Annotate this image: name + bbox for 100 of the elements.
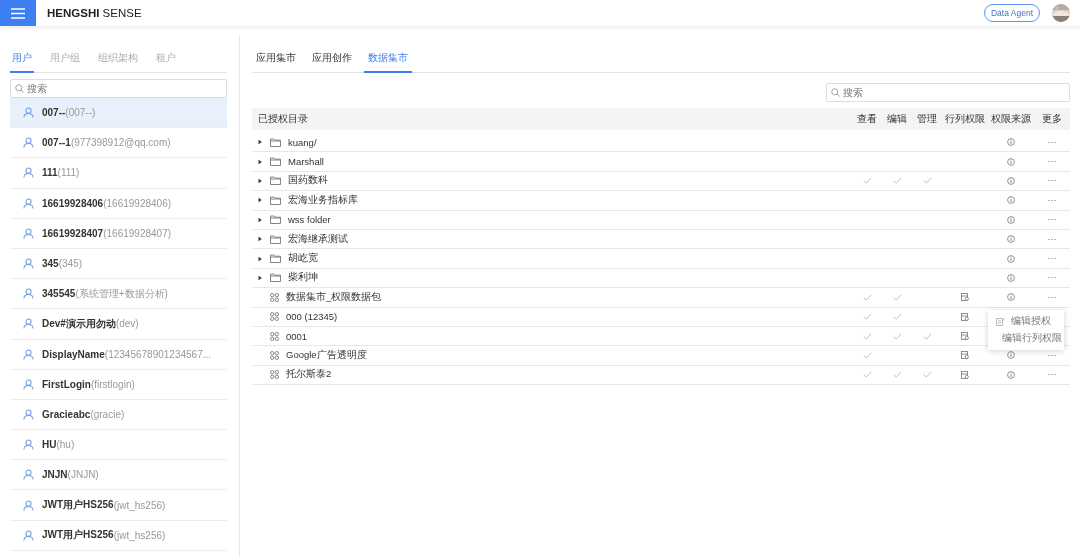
info-icon[interactable] xyxy=(1007,176,1015,185)
user-item[interactable]: JWT用户HS256(jwt_hs256) xyxy=(10,520,227,551)
expand-icon[interactable] xyxy=(257,197,263,204)
catalog-name: 数据集市_权限数据包 xyxy=(286,290,382,304)
user-item[interactable]: JWT用户HS256(jwt_hs256) xyxy=(10,490,227,521)
menu-icon xyxy=(11,7,25,19)
info-icon[interactable] xyxy=(1007,215,1015,224)
more-button[interactable]: ··· xyxy=(1045,137,1059,147)
search-field[interactable]: 搜索 xyxy=(826,83,1070,102)
user-item[interactable]: 345(345) xyxy=(10,248,227,280)
user-name: Gracieabc xyxy=(42,408,91,420)
more-button[interactable]: ··· xyxy=(1045,215,1059,225)
catalog-name: kuang/ xyxy=(288,136,317,148)
logo: HENGSHI SENSE xyxy=(47,7,142,19)
expand-icon[interactable] xyxy=(257,216,263,223)
search-field[interactable]: 搜索 xyxy=(10,79,227,98)
column-header: 行列权限 xyxy=(944,112,986,126)
user-name: 16619928407 xyxy=(42,227,104,239)
menu-button[interactable] xyxy=(0,0,36,26)
info-icon[interactable] xyxy=(1007,235,1015,244)
more-button[interactable]: ··· xyxy=(1045,234,1059,244)
user-item[interactable]: Dev#演示用勿动(dev) xyxy=(10,309,227,340)
info-icon[interactable] xyxy=(1007,157,1015,166)
column-header: 更多 xyxy=(1041,112,1063,126)
menu-item[interactable]: 编辑授权 xyxy=(988,313,1064,330)
user-id: (JNJN) xyxy=(67,469,99,481)
more-button[interactable]: ··· xyxy=(1045,195,1059,205)
expand-icon[interactable] xyxy=(257,139,263,146)
user-name: 345 xyxy=(42,258,59,270)
dataset-icon xyxy=(270,292,279,302)
user-item[interactable]: JNJN(JNJN) xyxy=(10,460,227,491)
info-icon[interactable] xyxy=(1007,196,1015,205)
user-item[interactable]: DisplayName(12345678901234567... xyxy=(10,339,227,370)
user-icon xyxy=(23,439,34,451)
info-icon[interactable] xyxy=(1007,293,1015,302)
user-name: DisplayName xyxy=(42,348,105,360)
user-item[interactable]: 007--1(977398912@qq.com) xyxy=(10,128,227,159)
user-icon xyxy=(23,227,34,239)
expand-icon[interactable] xyxy=(257,158,263,165)
filter-table-icon[interactable] xyxy=(961,332,969,341)
user-id: (16619928406) xyxy=(103,197,172,209)
user-name: 345545 xyxy=(42,288,76,300)
catalog-name: 宏海业务指标库 xyxy=(288,193,358,207)
column-header: 管理 xyxy=(916,112,938,126)
more-button[interactable]: ··· xyxy=(1045,254,1059,264)
filter-table-icon[interactable] xyxy=(961,312,969,321)
expand-icon[interactable] xyxy=(257,255,263,262)
more-button[interactable]: ··· xyxy=(1045,176,1059,186)
info-icon[interactable] xyxy=(1007,273,1015,282)
tab[interactable]: 应用创作 xyxy=(308,47,356,73)
user-icon xyxy=(23,469,34,481)
expand-icon[interactable] xyxy=(257,274,263,281)
user-item[interactable]: FirstLogin(firstlogin) xyxy=(10,369,227,400)
expand-icon[interactable] xyxy=(257,236,263,243)
info-icon[interactable] xyxy=(1007,254,1015,263)
folder-icon xyxy=(270,234,281,244)
expand-icon[interactable] xyxy=(257,177,263,184)
user-item[interactable]: 345545(系统管理+数据分析) xyxy=(10,279,227,310)
user-item[interactable]: 16619928407(16619928407) xyxy=(10,218,227,249)
more-button[interactable]: ··· xyxy=(1045,273,1059,283)
user-item[interactable]: Gracieabc(gracie) xyxy=(10,399,227,431)
tab[interactable]: 应用集市 xyxy=(252,47,300,73)
more-button[interactable]: ··· xyxy=(1045,351,1059,360)
filter-table-icon[interactable] xyxy=(961,293,969,302)
column-header: 编辑 xyxy=(886,112,908,126)
filter-table-icon[interactable] xyxy=(961,370,969,379)
tab[interactable]: 数据集市 xyxy=(364,47,412,73)
more-button[interactable]: ··· xyxy=(1045,370,1059,380)
menu-item[interactable]: 编辑行列权限 xyxy=(988,330,1064,347)
more-button[interactable]: ··· xyxy=(1045,157,1059,167)
user-name: Dev#演示用勿动 xyxy=(42,316,116,331)
user-name: JWT用户HS256 xyxy=(42,498,114,513)
catalog-name: 国药数科 xyxy=(288,174,328,188)
info-icon[interactable] xyxy=(1007,370,1015,379)
edit-icon xyxy=(996,317,1005,326)
user-icon xyxy=(23,107,34,119)
user-id: (007--) xyxy=(65,107,96,119)
user-id: (gracie) xyxy=(90,408,125,420)
info-icon[interactable] xyxy=(1007,138,1015,147)
user-item[interactable]: 16619928406(16619928406) xyxy=(10,188,227,219)
user-id: (jwt_hs256) xyxy=(113,499,166,511)
user-name: JNJN xyxy=(42,469,68,481)
user-id: (hu) xyxy=(56,439,75,451)
user-name: 111 xyxy=(42,167,58,179)
search-icon xyxy=(831,88,840,97)
user-item[interactable]: HU(hu) xyxy=(10,430,227,461)
filter-table-icon[interactable] xyxy=(961,351,969,360)
user-icon xyxy=(23,318,34,330)
user-icon xyxy=(23,197,34,209)
user-item[interactable]: 007--(007--) xyxy=(10,98,227,129)
tab[interactable]: 用户 xyxy=(10,47,34,73)
data-agent-button[interactable]: Data Agent xyxy=(983,4,1040,22)
user-name: 16619928406 xyxy=(42,197,104,209)
catalog-name: 胡屹宽 xyxy=(288,252,318,266)
more-button[interactable]: ··· xyxy=(1045,292,1059,302)
user-item[interactable]: 111(111) xyxy=(10,158,227,189)
info-icon[interactable] xyxy=(1007,351,1015,360)
catalog-name: 0001 xyxy=(286,330,308,342)
user-icon xyxy=(23,378,34,390)
user-name: HU xyxy=(42,439,57,451)
